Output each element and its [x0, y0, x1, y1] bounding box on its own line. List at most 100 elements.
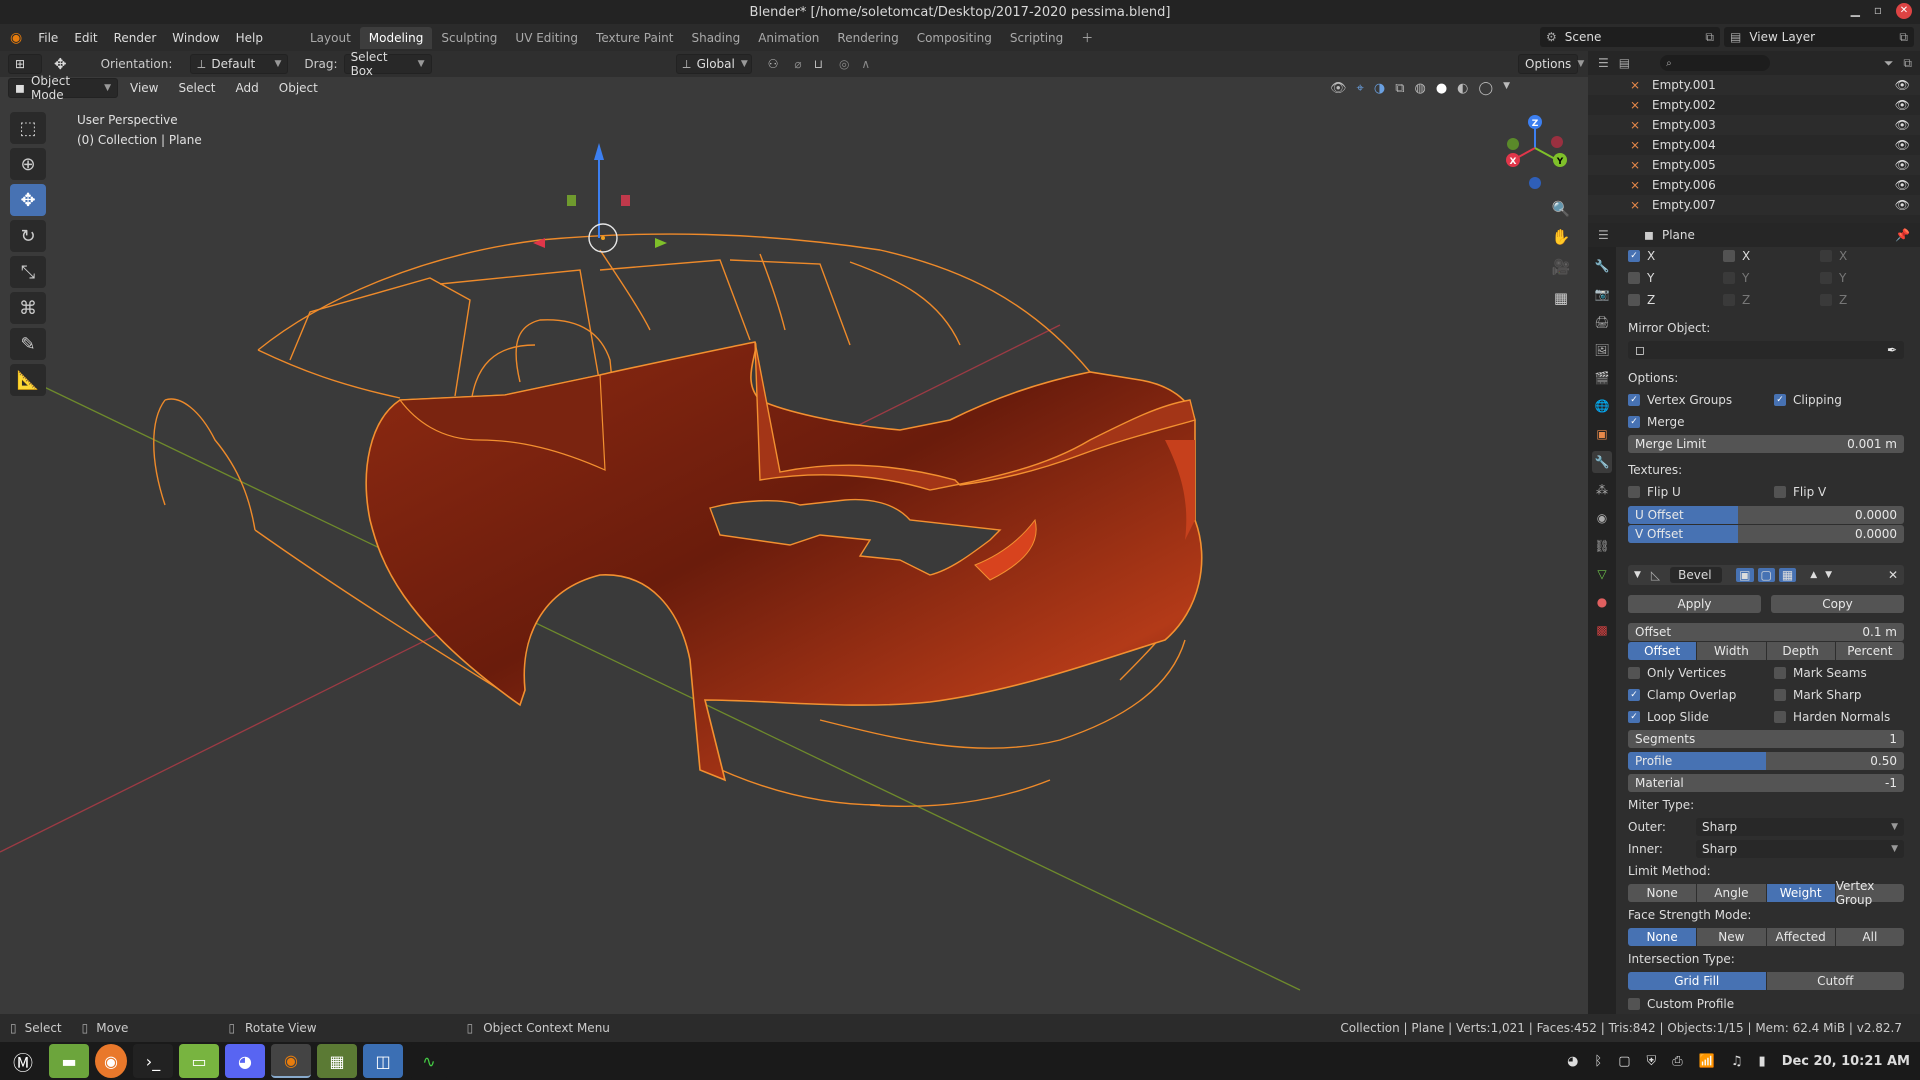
limit-weight[interactable]: Weight — [1766, 884, 1835, 902]
start-menu-icon[interactable]: Ⓜ — [3, 1044, 43, 1078]
material-tab-icon[interactable]: ● — [1592, 591, 1612, 613]
rotate-tool-icon[interactable]: ↻ — [10, 220, 46, 252]
remove-modifier-icon[interactable]: ✕ — [1888, 568, 1898, 582]
outliner-item-empty-001[interactable]: ⨯ Empty.001 👁 — [1588, 75, 1920, 95]
particles-tab-icon[interactable]: ⁂ — [1592, 479, 1612, 501]
orientation-dropdown[interactable]: ⟂ Default ▼ — [190, 54, 289, 74]
drag-dropdown[interactable]: Select Box ▼ — [343, 50, 432, 78]
measure-tool-icon[interactable]: 📐 — [10, 364, 46, 396]
scene-tab-icon[interactable]: 🎬 — [1592, 367, 1612, 389]
file-manager-icon[interactable]: ▬ — [49, 1044, 89, 1078]
y-move-gizmo-arrow-icon[interactable] — [655, 238, 667, 248]
bisect-z-checkbox[interactable] — [1723, 294, 1735, 306]
snap-target-icon[interactable]: ⊔ — [814, 57, 823, 71]
printer-icon[interactable]: ⎙ — [1672, 1054, 1682, 1069]
cursor-tool-icon[interactable]: ⊕ — [10, 148, 46, 180]
clipping-checkbox[interactable]: ✓ — [1774, 394, 1786, 406]
collapse-chevron-icon[interactable]: ▼ — [1634, 570, 1641, 580]
firefox-icon[interactable]: ◉ — [95, 1044, 127, 1078]
select-box-tool-icon[interactable]: ⬚ — [10, 112, 46, 144]
rendered-shading-icon[interactable]: ◯ — [1479, 81, 1494, 96]
eye-icon[interactable]: 👁 — [1895, 118, 1910, 132]
falloff-icon[interactable]: ∧ — [861, 57, 870, 71]
new-collection-icon[interactable]: ⧉ — [1903, 56, 1912, 71]
outliner-editor-icon[interactable]: ☰ — [1598, 56, 1609, 70]
viewport-menu-object[interactable]: Object — [271, 81, 326, 95]
view-layer-selector[interactable]: ▤ View Layer ⧉ — [1724, 27, 1914, 47]
viewport-menu-select[interactable]: Select — [170, 81, 223, 95]
menu-window[interactable]: Window — [164, 31, 227, 45]
pivot-icon[interactable]: ⚇ — [768, 57, 779, 71]
visibility-icon[interactable]: 👁 — [1330, 81, 1347, 96]
terminal-icon[interactable]: ›_ — [133, 1044, 173, 1078]
scene-selector[interactable]: ⚙ Scene ⧉ — [1540, 27, 1720, 47]
tab-scripting[interactable]: Scripting — [1001, 27, 1072, 49]
offset-type-percent[interactable]: Percent — [1835, 642, 1904, 660]
material-shading-icon[interactable]: ◐ — [1457, 81, 1468, 96]
scale-tool-icon[interactable]: ⤡ — [10, 256, 46, 288]
outliner-search-input[interactable]: ⌕ — [1660, 55, 1771, 71]
output-tab-icon[interactable]: 🖨 — [1592, 311, 1612, 333]
files-folder-icon[interactable]: ▭ — [179, 1044, 219, 1078]
viewport-toggle-icon[interactable]: ▢ — [1757, 568, 1775, 582]
transform-orientation-dropdown[interactable]: ⟂ Global ▼ — [675, 54, 752, 74]
offset-type-depth[interactable]: Depth — [1766, 642, 1835, 660]
outliner-item-empty-003[interactable]: ⨯ Empty.003 👁 — [1588, 115, 1920, 135]
constraints-tab-icon[interactable]: ⛓ — [1592, 535, 1612, 557]
gizmo-toggle-icon[interactable]: ⌖ — [1357, 81, 1364, 96]
eye-icon[interactable]: 👁 — [1895, 138, 1910, 152]
intersection-cutoff[interactable]: Cutoff — [1766, 972, 1904, 990]
discord-tray-icon[interactable]: ◕ — [1567, 1054, 1578, 1069]
outliner-item-empty-002[interactable]: ⨯ Empty.002 👁 — [1588, 95, 1920, 115]
3d-viewport[interactable]: Z X Y — [0, 77, 1588, 1014]
discord-icon[interactable]: ◕ — [225, 1044, 265, 1078]
face-strength-new[interactable]: New — [1697, 928, 1766, 946]
x-plane-handle-icon[interactable] — [621, 195, 630, 206]
eye-icon[interactable]: 👁 — [1895, 78, 1910, 92]
merge-checkbox[interactable]: ✓ — [1628, 416, 1640, 428]
move-up-icon[interactable]: ▲ — [1810, 570, 1817, 580]
filter-icon[interactable]: ⏷ — [1884, 56, 1894, 71]
proportional-edit-icon[interactable]: ◎ — [839, 57, 849, 71]
snap-icon[interactable]: ⌀ — [794, 57, 801, 71]
transform-tool-icon[interactable]: ⌘ — [10, 292, 46, 324]
system-monitor-icon[interactable]: ∿ — [409, 1044, 449, 1078]
tab-sculpting[interactable]: Sculpting — [432, 27, 506, 49]
add-workspace-icon[interactable]: ＋ — [1072, 25, 1102, 50]
tab-uv-editing[interactable]: UV Editing — [506, 27, 587, 49]
editor-type-dropdown[interactable]: ⊞ — [8, 54, 42, 74]
navigation-gizmo[interactable]: Z X Y — [1506, 115, 1567, 189]
options-dropdown[interactable]: Options ▼ — [1518, 54, 1584, 74]
mark-seams-checkbox[interactable] — [1774, 667, 1786, 679]
eye-icon[interactable]: 👁 — [1895, 158, 1910, 172]
wireframe-shading-icon[interactable]: ◍ — [1414, 81, 1425, 96]
u-offset-field[interactable]: U Offset 0.0000 — [1628, 506, 1904, 524]
xray-icon[interactable]: ⧉ — [1395, 81, 1404, 96]
solid-shading-icon[interactable]: ● — [1436, 81, 1447, 96]
v-offset-field[interactable]: V Offset 0.0000 — [1628, 525, 1904, 543]
mode-dropdown[interactable]: ◼ Object Mode ▼ — [8, 74, 118, 102]
modifier-name-field[interactable]: Bevel — [1670, 567, 1723, 583]
minecraft-icon[interactable]: ▦ — [317, 1044, 357, 1078]
close-icon[interactable]: ✕ — [1896, 3, 1912, 19]
custom-profile-checkbox[interactable] — [1628, 998, 1640, 1010]
tab-compositing[interactable]: Compositing — [908, 27, 1001, 49]
face-strength-none[interactable]: None — [1628, 928, 1697, 946]
modifier-tab-icon[interactable]: 🔧 — [1592, 451, 1612, 473]
segments-field[interactable]: Segments 1 — [1628, 730, 1904, 748]
tab-texture-paint[interactable]: Texture Paint — [587, 27, 682, 49]
properties-editor-icon[interactable]: ☰ — [1598, 228, 1609, 242]
view-layer-tab-icon[interactable]: 🖼 — [1592, 339, 1612, 361]
flip-x-checkbox[interactable] — [1820, 250, 1832, 262]
edit-mode-toggle-icon[interactable]: ▣ — [1736, 568, 1754, 582]
render-toggle-icon[interactable]: ▦ — [1778, 568, 1797, 582]
outliner-item-empty-005[interactable]: ⨯ Empty.005 👁 — [1588, 155, 1920, 175]
eyedropper-icon[interactable]: ✒ — [1887, 343, 1897, 357]
bevel-modifier-header[interactable]: ▼ ◺ Bevel ▣ ▢ ▦ ▲ ▼ ✕ — [1628, 565, 1904, 585]
outliner-item-empty-004[interactable]: ⨯ Empty.004 👁 — [1588, 135, 1920, 155]
data-tab-icon[interactable]: ▽ — [1592, 563, 1612, 585]
wifi-icon[interactable]: 📶 — [1699, 1054, 1715, 1069]
move-down-icon[interactable]: ▼ — [1825, 570, 1832, 580]
restore-icon[interactable]: ▫ — [1874, 3, 1882, 19]
world-tab-icon[interactable]: 🌐 — [1592, 395, 1612, 417]
